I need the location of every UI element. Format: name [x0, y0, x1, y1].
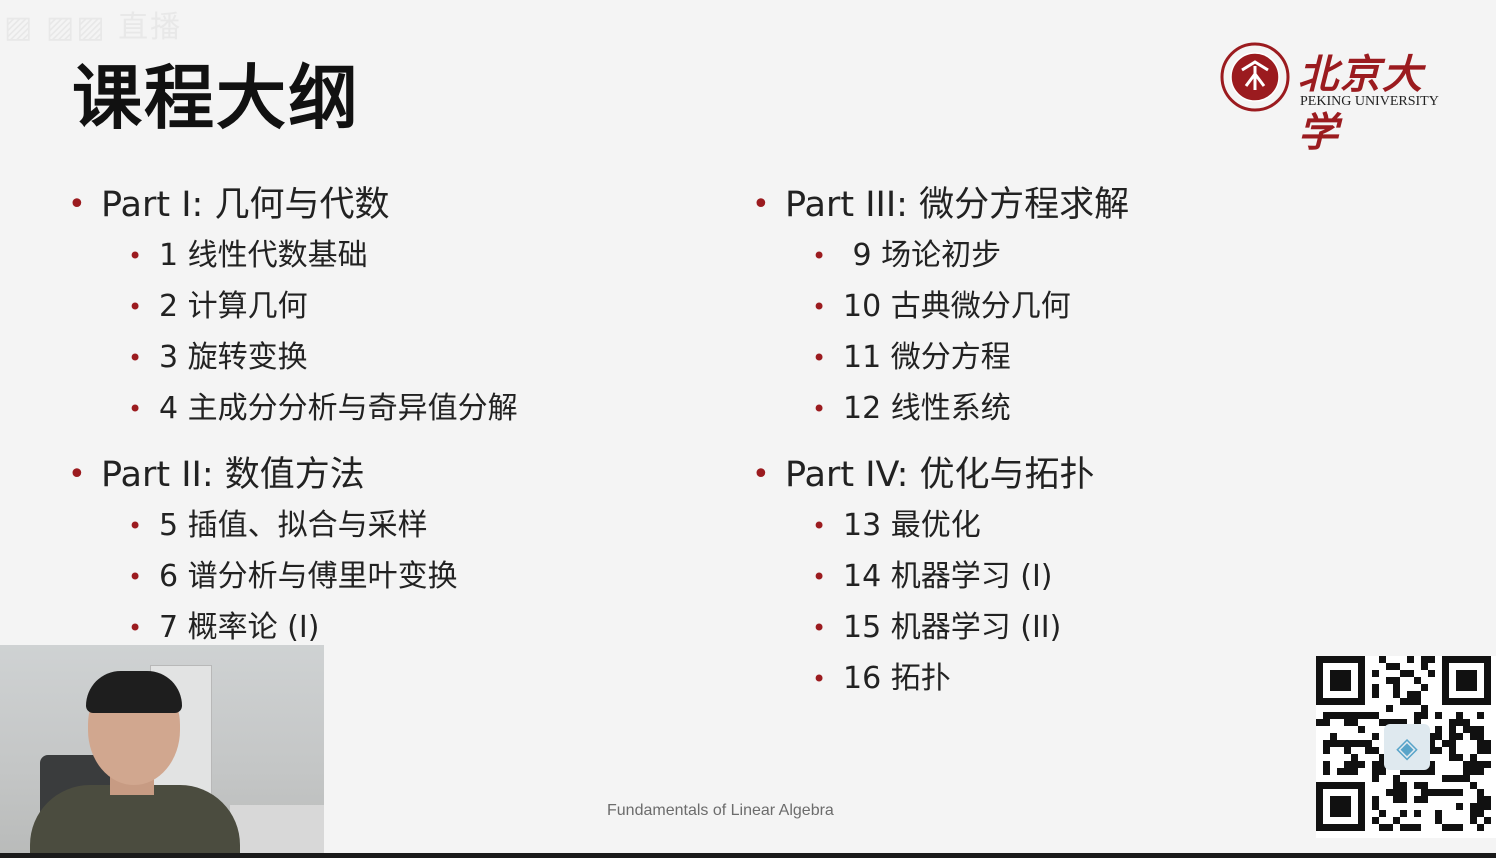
presenter-body: [30, 785, 240, 853]
item-label: 11 微分方程: [843, 340, 1011, 375]
bullet-icon: •: [68, 187, 86, 222]
bullet-icon: •: [812, 395, 827, 423]
item-label: 5 插值、拟合与采样: [159, 508, 428, 543]
item-label: 9 场论初步: [843, 238, 1002, 273]
bullet-icon: •: [812, 344, 827, 372]
bullet-icon: •: [128, 344, 143, 372]
item-label: 3 旋转变换: [159, 340, 308, 375]
qr-code-icon: ◈: [1316, 656, 1496, 838]
bullet-icon: •: [812, 563, 827, 591]
webcam-video: [0, 645, 324, 853]
bullet-icon: •: [128, 293, 143, 321]
item-label: 1 线性代数基础: [159, 238, 368, 273]
peking-university-logo: 北京大学 PEKING UNIVERSITY: [1220, 40, 1460, 156]
bullet-icon: •: [812, 242, 827, 270]
part-title: Part III: 微分方程求解: [785, 185, 1130, 225]
bullet-icon: •: [752, 457, 770, 492]
item-label: 14 机器学习 (I): [843, 559, 1053, 594]
bullet-icon: •: [128, 614, 143, 642]
bottom-bar: [0, 853, 1496, 858]
desk: [230, 805, 324, 853]
bullet-icon: •: [812, 614, 827, 642]
item-label: 13 最优化: [843, 508, 981, 543]
part-title: Part I: 几何与代数: [101, 185, 390, 225]
part-title: Part IV: 优化与拓扑: [785, 455, 1095, 495]
item-label: 16 拓扑: [843, 661, 951, 696]
item-label: 6 谱分析与傅里叶变换: [159, 559, 458, 594]
logo-english-name: PEKING UNIVERSITY: [1300, 94, 1439, 109]
bullet-icon: •: [812, 293, 827, 321]
item-label: 7 概率论 (I): [159, 610, 320, 645]
bullet-icon: •: [812, 512, 827, 540]
bullet-icon: •: [812, 665, 827, 693]
qr-center-logo-icon: ◈: [1384, 724, 1430, 770]
bullet-icon: •: [128, 512, 143, 540]
bullet-icon: •: [752, 187, 770, 222]
bullet-icon: •: [68, 457, 86, 492]
live-watermark: ▨ ▨▨ 直播: [4, 10, 183, 45]
bullet-icon: •: [128, 395, 143, 423]
slide-footer: Fundamentals of Linear Algebra: [607, 802, 834, 819]
item-label: 15 机器学习 (II): [843, 610, 1062, 645]
item-label: 2 计算几何: [159, 289, 308, 324]
item-label: 10 古典微分几何: [843, 289, 1071, 324]
bullet-icon: •: [128, 563, 143, 591]
presenter-hair: [86, 671, 182, 713]
item-label: 12 线性系统: [843, 391, 1011, 426]
slide-title: 课程大纲: [72, 56, 360, 139]
university-seal-icon: [1220, 42, 1290, 112]
item-label: 4 主成分分析与奇异值分解: [159, 391, 518, 426]
part-title: Part II: 数值方法: [101, 455, 365, 495]
bullet-icon: •: [128, 242, 143, 270]
